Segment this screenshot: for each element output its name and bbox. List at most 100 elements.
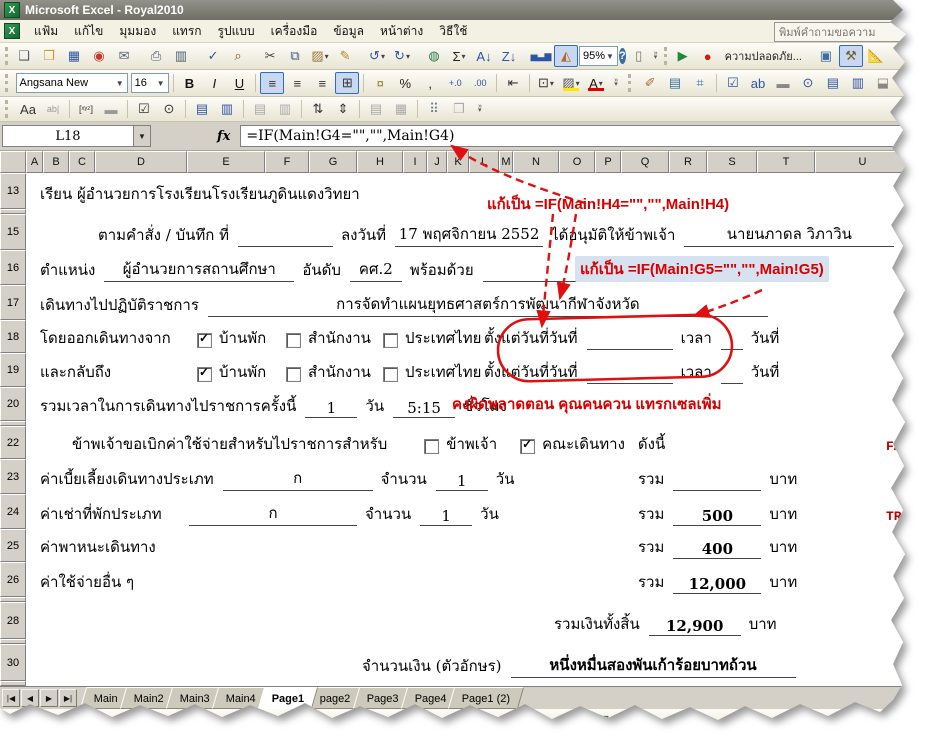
print-preview-icon[interactable]: ▥ — [169, 45, 193, 67]
select-objects-icon[interactable]: ↖ — [67, 711, 91, 733]
type-question-box[interactable]: พิมพ์คำถามขอความ — [774, 22, 914, 42]
checkbox-checked[interactable] — [197, 333, 212, 348]
forms-properties-icon[interactable]: ▤ — [364, 98, 388, 120]
row-header-hidden[interactable] — [0, 681, 26, 686]
forms-option-icon[interactable]: ⊙ — [157, 98, 181, 120]
sheet-tab-Page12[interactable]: Page1 (2) — [448, 687, 525, 709]
row-header-19[interactable]: 19 — [0, 353, 26, 387]
line-icon[interactable]: ╲ — [191, 711, 215, 733]
ctl-listbox-icon[interactable]: ▤ — [821, 72, 845, 94]
borders-icon[interactable]: ⊡▾ — [534, 72, 558, 94]
checkbox-unchecked[interactable] — [286, 333, 301, 348]
chart-wizard-icon[interactable]: ▅▃▆ — [529, 45, 553, 67]
col-header-J[interactable]: J — [427, 151, 447, 173]
drawing-icon[interactable]: ◭ — [554, 45, 578, 67]
currency-icon[interactable]: ¤ — [368, 72, 392, 94]
font-size-select[interactable]: 16▼ — [131, 73, 169, 93]
autoshapes-menu-button[interactable]: รูปร่างอัตโนมัติ▾ — [100, 711, 190, 733]
col-header-O[interactable]: O — [559, 151, 595, 173]
research-icon[interactable]: ⌕ — [226, 45, 250, 67]
security-label[interactable]: ความปลอดภัย... — [721, 47, 806, 65]
italic-icon[interactable]: I — [202, 72, 226, 94]
col-header-N[interactable]: N — [513, 151, 559, 173]
copy-icon[interactable]: ⧉ — [283, 45, 307, 67]
help-icon[interactable]: ? — [619, 48, 626, 64]
col-header-D[interactable]: D — [95, 151, 187, 173]
col-header-K[interactable]: K — [447, 151, 469, 173]
checkbox-unchecked[interactable] — [383, 367, 398, 382]
dash-style-icon[interactable]: ┄ — [516, 711, 540, 733]
tab-nav-0[interactable]: |◀ — [2, 689, 20, 707]
zoom-select[interactable]: 95%▼ — [579, 46, 618, 66]
forms-editcode-icon[interactable]: ▦ — [389, 98, 413, 120]
line-color-icon[interactable]: ✎▾ — [441, 711, 465, 733]
new-icon[interactable]: ❑ — [12, 45, 36, 67]
row-header-22[interactable]: 22 — [0, 426, 26, 459]
align-center-icon[interactable]: ≡ — [285, 72, 309, 94]
font-color-icon[interactable]: A▾ — [466, 711, 490, 733]
bold-icon[interactable]: B — [177, 72, 201, 94]
row-header-17[interactable]: 17 — [0, 285, 26, 320]
spelling-icon[interactable]: ✓ — [201, 45, 225, 67]
row-header-18[interactable]: 18 — [0, 320, 26, 353]
fill-color-icon[interactable]: ▨▾ — [416, 711, 440, 733]
tab-nav-1[interactable]: ◀ — [21, 689, 39, 707]
forms-rundialog-icon[interactable]: ❒ — [447, 98, 471, 120]
col-header-T[interactable]: T — [757, 151, 815, 173]
row-header-25[interactable]: 25 — [0, 529, 26, 562]
font-color-icon[interactable]: A▾ — [584, 72, 608, 94]
wordart-icon[interactable]: A — [316, 711, 340, 733]
toolbar-options-chevron[interactable]: »▾ — [474, 105, 486, 113]
col-header-H[interactable]: H — [357, 151, 403, 173]
ctl-button-icon[interactable]: ▬ — [771, 72, 795, 94]
forms-groupbox-icon[interactable]: [ˣʸᶻ] — [74, 98, 98, 120]
cut-icon[interactable]: ✂ — [258, 45, 282, 67]
forms-editbox-icon[interactable]: ab| — [41, 98, 65, 120]
autosum-icon[interactable]: Σ▾ — [447, 45, 471, 67]
ole-icon[interactable]: ✿ — [896, 45, 920, 67]
checkbox-checked[interactable] — [197, 367, 212, 382]
menu-item-8[interactable]: วิธีใช้ — [431, 21, 475, 41]
forms-combobox-icon[interactable]: ▥ — [215, 98, 239, 120]
save-icon[interactable]: ▦ — [62, 45, 86, 67]
merge-center-icon[interactable]: ⊞ — [335, 72, 359, 94]
open-icon[interactable]: ❒ — [37, 45, 61, 67]
ctl-combobox-icon[interactable]: ▥ — [846, 72, 870, 94]
forms-scrollbar-icon[interactable]: ⇅ — [306, 98, 330, 120]
align-right-icon[interactable]: ≡ — [310, 72, 334, 94]
arrow-icon[interactable]: ↘ — [216, 711, 240, 733]
forms-button-icon[interactable]: ▬ — [99, 98, 123, 120]
row-header-20[interactable]: 20 — [0, 387, 26, 421]
menu-item-1[interactable]: แก้ไข — [66, 21, 111, 41]
design-mode-icon[interactable]: 📐 — [864, 45, 888, 67]
menu-item-0[interactable]: แฟ้ม — [26, 21, 66, 41]
row-header-16[interactable]: 16 — [0, 250, 26, 285]
oval-icon[interactable] — [266, 711, 290, 733]
ctl-checkbox-icon[interactable]: ☑ — [721, 72, 745, 94]
col-header-U[interactable]: U — [815, 151, 910, 173]
permission-icon[interactable]: ◉ — [87, 45, 111, 67]
row-header-24[interactable]: 24 — [0, 494, 26, 529]
ctl-textbox-icon[interactable]: ab — [746, 72, 770, 94]
forms-listbox2-icon[interactable]: ▤ — [248, 98, 272, 120]
checkbox-unchecked[interactable] — [383, 333, 398, 348]
row-header-13[interactable]: 13 — [0, 173, 26, 209]
menu-item-4[interactable]: รูปแบบ — [210, 21, 263, 41]
col-header-L[interactable]: L — [469, 151, 499, 173]
draw-menu-button[interactable]: รูปวาด▾ — [16, 711, 66, 733]
toolbox-icon[interactable]: ⚒ — [839, 45, 863, 67]
menu-item-7[interactable]: หน้าต่าง — [372, 21, 431, 41]
ctl-spin-icon[interactable]: ⇕ — [896, 72, 920, 94]
decrease-indent-icon[interactable]: ⇤ — [501, 72, 525, 94]
col-header-P[interactable]: P — [595, 151, 621, 173]
redo-icon[interactable]: ↻▾ — [390, 45, 414, 67]
name-box-dropdown[interactable]: ▼ — [134, 125, 151, 147]
format-painter-icon[interactable]: ✎ — [333, 45, 357, 67]
size-dropdown-icon[interactable]: ▼ — [157, 79, 165, 88]
comma-icon[interactable]: , — [418, 72, 442, 94]
align-left-icon[interactable]: ≡ — [260, 72, 284, 94]
properties-icon[interactable]: ▤ — [663, 72, 687, 94]
forms-listbox-icon[interactable]: ▤ — [190, 98, 214, 120]
toolbar-drag-handle[interactable] — [5, 74, 12, 92]
menu-item-5[interactable]: เครื่องมือ — [263, 21, 326, 41]
